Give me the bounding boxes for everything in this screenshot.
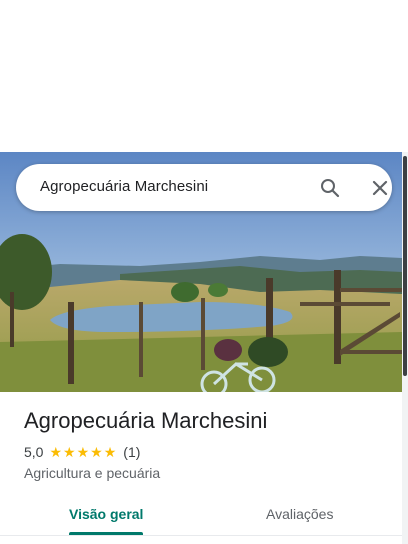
scrollbar-thumb[interactable] <box>403 156 407 376</box>
place-title: Agropecuária Marchesini <box>24 408 268 433</box>
review-count[interactable]: (1) <box>123 444 140 460</box>
star-icon: ★ <box>90 444 103 460</box>
star-icon: ★ <box>49 444 63 460</box>
scrollbar[interactable] <box>402 152 408 544</box>
search-bar[interactable]: Agropecuária Marchesini <box>16 164 392 211</box>
close-icon[interactable] <box>368 176 392 200</box>
star-rating: ★ ★ ★ ★ ★ <box>49 445 117 459</box>
tab-divider <box>0 535 402 536</box>
star-icon: ★ <box>76 444 90 460</box>
rating-value: 5,0 <box>24 444 44 460</box>
place-category[interactable]: Agricultura e pecuária <box>24 465 160 481</box>
search-icon[interactable] <box>318 176 342 200</box>
star-icon: ★ <box>103 444 117 460</box>
tab-overview[interactable]: Visão geral <box>69 506 143 522</box>
place-tabs: Visão geral Avaliações <box>0 496 402 544</box>
top-blank-area <box>0 0 408 152</box>
rating-row[interactable]: 5,0 ★ ★ ★ ★ ★ (1) <box>24 444 140 460</box>
search-input[interactable]: Agropecuária Marchesini <box>40 178 208 195</box>
star-icon: ★ <box>63 444 76 460</box>
tab-reviews[interactable]: Avaliações <box>266 506 333 522</box>
